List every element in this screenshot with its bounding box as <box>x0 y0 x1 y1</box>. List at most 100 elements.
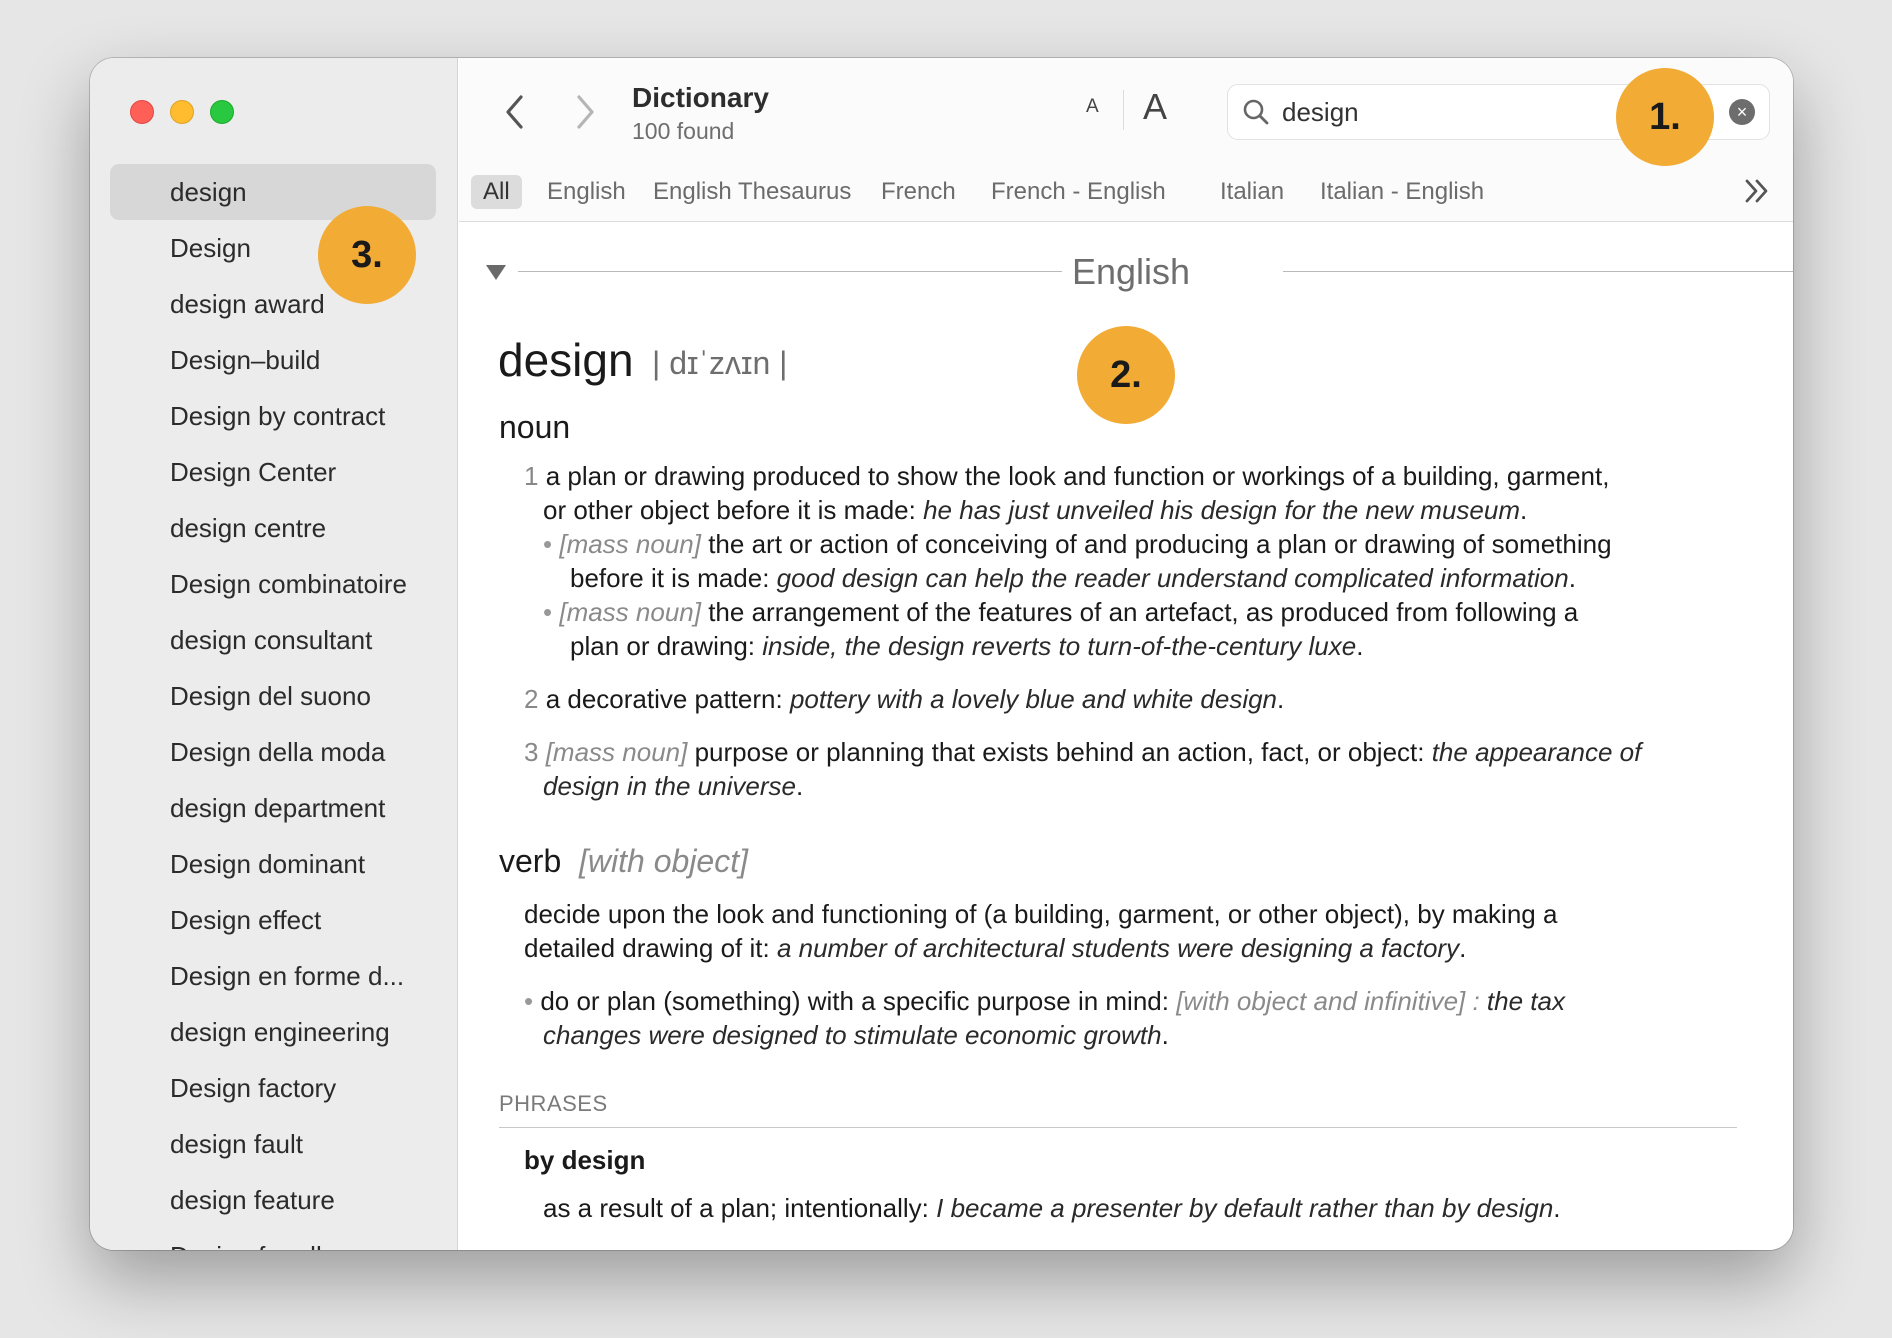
section-title: English <box>1072 251 1191 292</box>
zoom-window-button[interactable] <box>210 100 234 124</box>
pronunciation: | dɪˈzʌɪn | <box>652 345 788 381</box>
example-text: I became a presenter by default rather t… <box>936 1193 1554 1223</box>
subsense-2-line-2: plan or drawing: inside, the design reve… <box>570 631 1363 662</box>
result-item[interactable]: Design combinatoire <box>110 556 436 612</box>
decrease-font-button[interactable]: A <box>1086 96 1099 118</box>
sense-text: or other object before it is made: <box>543 495 924 525</box>
window-title-block: Dictionary 100 found <box>632 82 769 145</box>
example-text: pottery with a lovely blue and white des… <box>789 684 1278 714</box>
tab-italian[interactable]: Italian <box>1220 175 1284 209</box>
result-item[interactable]: Design dominant <box>110 836 436 892</box>
sense-3-line-1: 3 [mass noun] purpose or planning that e… <box>524 737 1641 768</box>
disclosure-triangle-icon[interactable] <box>485 263 507 281</box>
example-text: the appearance of <box>1431 737 1642 767</box>
verb-subsense-line-2: changes were designed to stimulate econo… <box>543 1020 1169 1051</box>
sense-text: do or plan (something) with a specific p… <box>533 986 1177 1016</box>
sense-text: as a result of a plan; intentionally: <box>543 1193 937 1223</box>
example-text: changes were designed to stimulate econo… <box>543 1020 1162 1050</box>
punctuation: . <box>1568 563 1576 593</box>
more-tabs-button[interactable] <box>1743 175 1771 212</box>
toolbar: Dictionary 100 found A A × <box>459 58 1793 163</box>
callout-1: 1. <box>1616 68 1714 166</box>
result-item[interactable]: Design del suono <box>110 668 436 724</box>
example-text: the tax <box>1486 986 1565 1016</box>
result-item[interactable]: design department <box>110 780 436 836</box>
result-item[interactable]: Design–build <box>110 332 436 388</box>
result-item[interactable]: design consultant <box>110 612 436 668</box>
result-item[interactable]: design centre <box>110 500 436 556</box>
tab-english[interactable]: English <box>547 175 626 209</box>
clear-search-icon[interactable]: × <box>1729 99 1755 125</box>
phrase-definition: as a result of a plan; intentionally: I … <box>543 1193 1561 1224</box>
result-item[interactable]: design feature <box>110 1172 436 1228</box>
bullet: • <box>543 597 553 627</box>
verb-def-line-1: decide upon the look and functioning of … <box>524 899 1558 929</box>
phrases-divider <box>499 1127 1737 1128</box>
chevron-left-icon <box>506 95 523 129</box>
punctuation: . <box>795 771 804 801</box>
part-of-speech-noun: noun <box>499 409 571 445</box>
result-item[interactable]: Design Center <box>110 444 436 500</box>
result-item[interactable]: design engineering <box>110 1004 436 1060</box>
grammar-label: [with object and infinitive] : <box>1176 986 1487 1016</box>
section-divider <box>518 271 1062 272</box>
sense-text: before it is made: <box>570 563 777 593</box>
result-item[interactable]: Design della moda <box>110 724 436 780</box>
window-controls <box>130 100 234 124</box>
punctuation: . <box>1553 1193 1561 1223</box>
example-text: a number of architectural students were … <box>776 933 1460 963</box>
tab-french[interactable]: French <box>881 175 956 209</box>
result-count: 100 found <box>632 118 735 144</box>
sense-number: 2 <box>524 684 539 714</box>
punctuation: . <box>1161 1020 1169 1050</box>
source-tabs: All English English Thesaurus French Fre… <box>459 163 1793 222</box>
result-item[interactable]: Design effect <box>110 892 436 948</box>
callout-3: 3. <box>318 206 416 304</box>
main-pane: Dictionary 100 found A A × All English E… <box>459 58 1793 1250</box>
results-list: design Design design award Design–build … <box>110 164 436 1250</box>
example-text: design in the universe <box>543 771 796 801</box>
forward-button[interactable] <box>565 90 605 134</box>
verb-def-line-2: detailed drawing of it: a number of arch… <box>524 933 1466 964</box>
sense-text: a plan or drawing produced to show the l… <box>545 461 1610 491</box>
example-text: good design can help the reader understa… <box>776 563 1569 593</box>
tab-italian-english[interactable]: Italian - English <box>1320 175 1484 209</box>
verb-label: verb <box>499 843 562 879</box>
sense-text: a decorative pattern: <box>538 684 790 714</box>
increase-font-button[interactable]: A <box>1143 86 1167 128</box>
tab-french-english[interactable]: French - English <box>991 175 1166 209</box>
result-item[interactable]: Design by contract <box>110 388 436 444</box>
example-text: he has just unveiled his design for the … <box>923 495 1520 525</box>
result-item[interactable]: design fault <box>110 1116 436 1172</box>
punctuation: . <box>1459 933 1467 963</box>
subsense-1-line-2: before it is made: good design can help … <box>570 563 1576 594</box>
result-item[interactable]: Design for all <box>110 1228 436 1250</box>
back-button[interactable] <box>495 90 535 134</box>
tab-english-thesaurus[interactable]: English Thesaurus <box>653 175 851 209</box>
sense-text: plan or drawing: <box>570 631 763 661</box>
grammar-label: [with object] <box>579 843 748 879</box>
sense-2: 2 a decorative pattern: pottery with a l… <box>524 684 1284 715</box>
grammar-label: [mass noun] <box>559 529 701 559</box>
sense-text: the art or action of conceiving of and p… <box>700 529 1612 559</box>
result-item[interactable]: Design en forme d... <box>110 948 436 1004</box>
part-of-speech-verb: verb [with object] <box>499 843 748 880</box>
phrase-headword: by design <box>524 1145 646 1175</box>
minimize-window-button[interactable] <box>170 100 194 124</box>
bullet: • <box>524 986 534 1016</box>
section-divider <box>1283 271 1793 272</box>
sense-text: the arrangement of the features of an ar… <box>700 597 1579 627</box>
tab-all[interactable]: All <box>471 175 522 209</box>
subsense-1-line-1: • [mass noun] the art or action of conce… <box>543 529 1612 560</box>
sense-text: detailed drawing of it: <box>524 933 777 963</box>
font-divider <box>1123 90 1124 130</box>
sense-3-line-2: design in the universe. <box>543 771 803 802</box>
result-item[interactable]: Design factory <box>110 1060 436 1116</box>
subsense-2-line-1: • [mass noun] the arrangement of the fea… <box>543 597 1578 628</box>
search-icon <box>1243 99 1269 125</box>
bullet: • <box>543 529 553 559</box>
close-window-button[interactable] <box>130 100 154 124</box>
sense-number: 1 <box>524 461 539 491</box>
double-chevron-right-icon <box>1745 179 1768 203</box>
punctuation: . <box>1356 631 1364 661</box>
